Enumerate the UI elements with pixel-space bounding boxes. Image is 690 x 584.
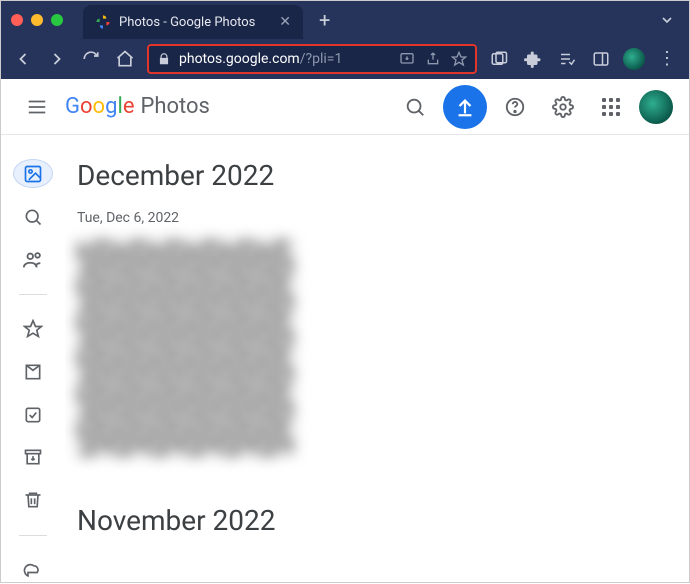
sidebar-separator — [19, 535, 47, 536]
sidebar-favorites[interactable] — [13, 315, 53, 344]
pinwheel-icon — [95, 14, 111, 30]
reading-list-icon[interactable] — [555, 47, 579, 71]
search-button[interactable] — [395, 87, 435, 127]
upload-button[interactable] — [443, 85, 487, 129]
forward-button[interactable] — [45, 47, 69, 71]
logo-product-name: Photos — [140, 94, 209, 119]
chevron-down-icon[interactable] — [655, 8, 679, 32]
account-avatar[interactable] — [639, 90, 673, 124]
date-header: Tue, Dec 6, 2022 — [77, 210, 677, 226]
photo-grid: December 2022 Tue, Dec 6, 2022 November … — [65, 135, 689, 584]
sidebar-storage[interactable] — [13, 555, 53, 584]
google-wordmark: Google — [65, 94, 134, 119]
sidebar-trash[interactable] — [13, 486, 53, 515]
browser-tab[interactable]: Photos - Google Photos ✕ — [83, 5, 303, 39]
tab-overview-icon[interactable] — [487, 47, 511, 71]
install-app-icon[interactable] — [399, 51, 415, 67]
google-apps-button[interactable] — [591, 87, 631, 127]
main-menu-button[interactable] — [17, 87, 57, 127]
sidebar-utilities[interactable] — [13, 400, 53, 429]
url-host: photos.google.com/?pli=1 — [179, 51, 342, 67]
month-header: November 2022 — [77, 504, 677, 537]
sidebar-archive[interactable] — [13, 443, 53, 472]
help-button[interactable] — [495, 87, 535, 127]
new-tab-button[interactable]: + — [313, 6, 336, 34]
settings-button[interactable] — [543, 87, 583, 127]
sidebar-photos[interactable] — [13, 159, 53, 188]
sidebar-albums[interactable] — [13, 357, 53, 386]
browser-menu-button[interactable]: ⋮ — [655, 47, 679, 71]
tab-title: Photos - Google Photos — [119, 15, 255, 30]
sidebar-sharing[interactable] — [13, 245, 53, 274]
sidebar — [1, 135, 65, 584]
month-header: December 2022 — [77, 159, 677, 192]
apps-grid-icon — [602, 98, 620, 116]
sidebar-separator — [19, 294, 47, 295]
photo-thumbnail[interactable] — [77, 240, 293, 456]
window-close-dot[interactable] — [11, 14, 23, 26]
reload-button[interactable] — [79, 47, 103, 71]
window-maximize-dot[interactable] — [51, 14, 63, 26]
close-icon[interactable]: ✕ — [279, 14, 291, 30]
home-button[interactable] — [113, 47, 137, 71]
share-icon[interactable] — [425, 51, 441, 67]
extensions-icon[interactable] — [521, 47, 545, 71]
bookmark-star-icon[interactable] — [451, 51, 467, 67]
address-bar[interactable]: photos.google.com/?pli=1 — [147, 44, 477, 74]
back-button[interactable] — [11, 47, 35, 71]
window-minimize-dot[interactable] — [31, 14, 43, 26]
sidebar-explore[interactable] — [13, 202, 53, 231]
profile-avatar-small[interactable] — [623, 48, 645, 70]
side-panel-icon[interactable] — [589, 47, 613, 71]
lock-icon — [157, 52, 171, 66]
google-photos-logo[interactable]: Google Photos — [65, 94, 210, 119]
